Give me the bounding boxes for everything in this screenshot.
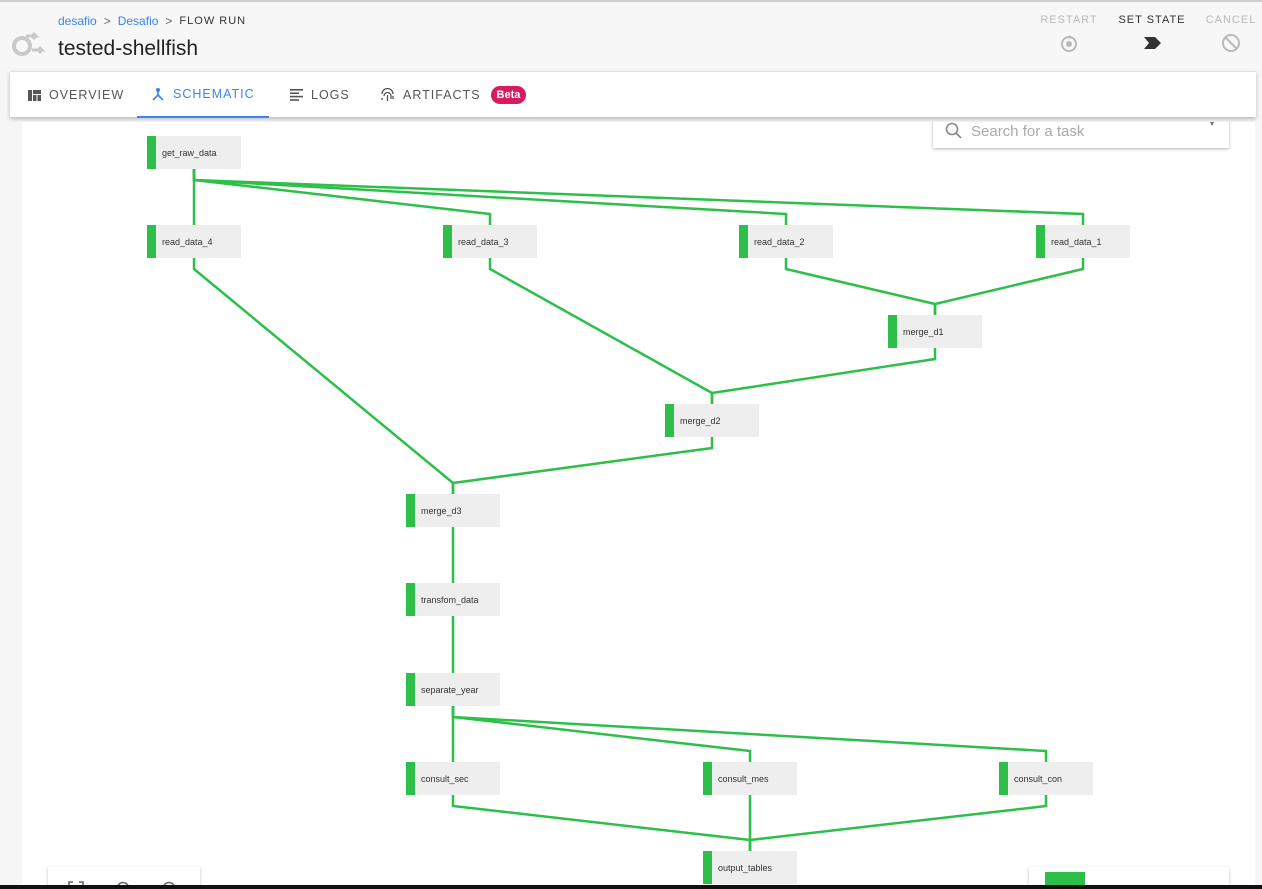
task-node-read-data-2[interactable]: read_data_2 bbox=[739, 225, 833, 258]
breadcrumb: desafio > Desafio > FLOW RUN bbox=[58, 14, 246, 28]
breadcrumb-project-link[interactable]: desafio bbox=[58, 14, 97, 28]
task-node-consult-con[interactable]: consult_con bbox=[999, 762, 1093, 795]
window-bottom-edge bbox=[0, 885, 1262, 889]
state-arrow-icon bbox=[1144, 37, 1161, 49]
set-state-label: SET STATE bbox=[1118, 14, 1186, 26]
task-state-indicator bbox=[703, 762, 712, 795]
edge-get-raw-data-to-read-data-1 bbox=[192, 169, 1085, 225]
chevron-right-icon: > bbox=[103, 14, 111, 28]
flow-run-icon bbox=[12, 28, 46, 60]
fingerprint-icon bbox=[381, 87, 394, 101]
tab-schematic[interactable]: SCHEMATIC bbox=[137, 72, 269, 118]
task-node-read-data-3[interactable]: read_data_3 bbox=[443, 225, 537, 258]
task-node-read-data-1[interactable]: read_data_1 bbox=[1036, 225, 1130, 258]
edge-read-data-3-to-merge-d2 bbox=[488, 258, 714, 404]
chevron-down-icon[interactable]: ▼ bbox=[1207, 122, 1217, 129]
task-node-merge-d3[interactable]: merge_d3 bbox=[406, 494, 500, 527]
cancel-icon bbox=[1222, 34, 1240, 52]
schematic-icon bbox=[152, 88, 164, 101]
edge-consult-con-to-output-tables bbox=[748, 795, 1048, 851]
edge-get-raw-data-to-read-data-3 bbox=[192, 169, 492, 225]
logs-icon bbox=[290, 89, 303, 101]
search-icon bbox=[945, 122, 962, 139]
task-state-indicator bbox=[147, 136, 156, 169]
task-node-merge-d2[interactable]: merge_d2 bbox=[665, 404, 759, 437]
restart-icon bbox=[1061, 35, 1077, 52]
edge-consult-sec-to-output-tables bbox=[451, 795, 752, 851]
edge-read-data-2-to-merge-d1 bbox=[784, 258, 937, 315]
task-node-label: consult_sec bbox=[421, 773, 469, 784]
task-state-indicator bbox=[406, 583, 415, 616]
task-search-placeholder: Search for a task bbox=[971, 122, 1085, 140]
tab-logs-label: LOGS bbox=[311, 88, 350, 102]
task-state-indicator bbox=[1036, 225, 1045, 258]
task-state-indicator bbox=[406, 673, 415, 706]
restart-label: RESTART bbox=[1040, 14, 1098, 26]
tab-overview-label: OVERVIEW bbox=[49, 88, 125, 102]
edge-read-data-1-to-merge-d1 bbox=[933, 258, 1085, 315]
task-node-separate-year[interactable]: separate_year bbox=[406, 673, 500, 706]
set-state-button[interactable]: SET STATE bbox=[1117, 14, 1187, 54]
task-node-label: read_data_1 bbox=[1051, 236, 1102, 247]
task-node-get-raw-data[interactable]: get_raw_data bbox=[147, 136, 241, 169]
edge-merge-d2-to-merge-d3 bbox=[451, 437, 714, 494]
task-node-label: read_data_2 bbox=[754, 236, 805, 247]
task-node-transfom-data[interactable]: transfom_data bbox=[406, 583, 500, 616]
task-node-label: merge_d3 bbox=[421, 505, 462, 516]
tab-artifacts-label: ARTIFACTS bbox=[403, 88, 481, 102]
task-node-label: separate_year bbox=[421, 684, 479, 695]
flow-run-header: desafio > Desafio > FLOW RUN tested-shel… bbox=[0, 0, 1262, 70]
schematic-canvas[interactable]: get_raw_data read_data_4 read_data_3 read_d… bbox=[22, 122, 1255, 889]
cancel-button[interactable]: CANCEL bbox=[1196, 14, 1262, 54]
edge-read-data-4-to-merge-d3 bbox=[192, 258, 455, 494]
task-node-label: merge_d1 bbox=[903, 326, 944, 337]
task-node-label: consult_mes bbox=[718, 773, 769, 784]
task-state-indicator bbox=[739, 225, 748, 258]
task-state-indicator bbox=[147, 225, 156, 258]
task-node-label: read_data_3 bbox=[458, 236, 509, 247]
task-node-consult-sec[interactable]: consult_sec bbox=[406, 762, 500, 795]
tab-bar: OVERVIEW SCHEMATIC LOGS ARTIFACTS Beta bbox=[10, 71, 1256, 118]
task-state-indicator bbox=[406, 494, 415, 527]
task-node-label: merge_d2 bbox=[680, 415, 721, 426]
breadcrumb-flow-link[interactable]: Desafio bbox=[118, 14, 159, 28]
task-node-label: get_raw_data bbox=[162, 147, 217, 158]
task-state-indicator bbox=[888, 315, 897, 348]
task-node-label: transfom_data bbox=[421, 594, 479, 605]
dashboard-icon bbox=[28, 89, 41, 101]
task-node-consult-mes[interactable]: consult_mes bbox=[703, 762, 797, 795]
tab-artifacts[interactable]: ARTIFACTS Beta bbox=[366, 72, 540, 118]
page-title: tested-shellfish bbox=[58, 37, 199, 60]
chevron-right-icon: > bbox=[165, 14, 173, 28]
task-state-indicator bbox=[443, 225, 452, 258]
task-node-output-tables[interactable]: output_tables bbox=[703, 851, 797, 884]
breadcrumb-current: FLOW RUN bbox=[179, 15, 247, 27]
task-node-label: consult_con bbox=[1014, 773, 1063, 784]
task-node-label: output_tables bbox=[718, 862, 773, 873]
beta-badge: Beta bbox=[490, 86, 527, 104]
tab-overview[interactable]: OVERVIEW bbox=[14, 72, 138, 118]
edge-separate-year-to-consult-mes bbox=[451, 706, 752, 762]
tab-logs[interactable]: LOGS bbox=[276, 72, 364, 118]
edge-merge-d1-to-merge-d2 bbox=[710, 348, 937, 404]
task-state-indicator bbox=[703, 851, 712, 884]
task-node-label: read_data_4 bbox=[162, 236, 213, 247]
restart-button[interactable]: RESTART bbox=[1034, 14, 1104, 54]
cancel-label: CANCEL bbox=[1205, 14, 1257, 26]
task-state-indicator bbox=[999, 762, 1008, 795]
task-search-input[interactable]: Search for a task ▼ bbox=[933, 122, 1229, 148]
task-node-read-data-4[interactable]: read_data_4 bbox=[147, 225, 241, 258]
task-state-indicator bbox=[665, 404, 674, 437]
task-state-indicator bbox=[406, 762, 415, 795]
tab-schematic-label: SCHEMATIC bbox=[173, 87, 255, 101]
task-node-merge-d1[interactable]: merge_d1 bbox=[888, 315, 982, 348]
